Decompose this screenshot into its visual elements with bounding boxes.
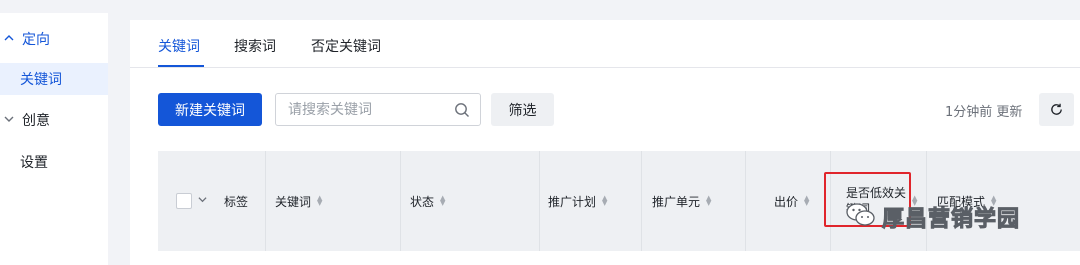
sidebar-group-label: 创意 [22, 113, 50, 129]
sort-icon[interactable]: ▲ ▼ [804, 195, 809, 207]
tab-keywords[interactable]: 关键词 [158, 36, 200, 56]
sidebar-group-creative[interactable]: 创意 [0, 104, 108, 136]
sort-icon[interactable]: ▲ ▼ [317, 195, 322, 207]
column-divider [745, 151, 746, 251]
sort-icon[interactable]: ▲ ▼ [440, 195, 445, 207]
column-header-ad-group[interactable]: 推广单元 ▲ ▼ [652, 151, 711, 251]
search-box[interactable] [275, 93, 481, 126]
tab-bar: 关键词 搜索词 否定关键词 [130, 20, 1080, 68]
chevron-up-icon [4, 33, 16, 46]
sidebar-item-keywords[interactable]: 关键词 [0, 63, 108, 95]
column-header-keyword[interactable]: 关键词 ▲ ▼ [275, 151, 322, 251]
new-keyword-button[interactable]: 新建关键词 [158, 93, 262, 126]
last-updated-text: 1分钟前 更新 [945, 105, 1023, 120]
chevron-down-icon [4, 114, 16, 127]
column-divider [641, 151, 642, 251]
search-icon[interactable] [454, 102, 470, 118]
sidebar: 定向 关键词 创意 设置 [0, 13, 108, 265]
select-all-control[interactable] [176, 151, 207, 251]
sidebar-group-label: 定向 [22, 32, 50, 48]
sort-icon[interactable]: ▲ ▼ [706, 195, 711, 207]
filter-button[interactable]: 筛选 [491, 93, 554, 126]
tab-active-indicator [158, 65, 204, 67]
sidebar-item-settings[interactable]: 设置 [0, 146, 108, 178]
watermark-text: 厚昌营销学园 [881, 207, 1021, 233]
column-header-tag[interactable]: 标签 [224, 151, 248, 251]
column-header-bid[interactable]: 出价 ▲ ▼ [774, 151, 809, 251]
select-all-checkbox[interactable] [176, 193, 192, 209]
column-header-status[interactable]: 状态 ▲ ▼ [410, 151, 445, 251]
tab-search-terms[interactable]: 搜索词 [234, 36, 276, 56]
column-divider [265, 151, 266, 251]
search-input[interactable] [288, 101, 448, 119]
wechat-icon [846, 202, 876, 232]
sidebar-item-label: 设置 [20, 155, 48, 171]
sidebar-item-label: 关键词 [20, 72, 62, 88]
column-divider [400, 151, 401, 251]
refresh-button[interactable] [1039, 93, 1074, 126]
chevron-down-icon[interactable] [198, 195, 207, 207]
watermark: 厚昌营销学园 [846, 199, 1020, 235]
tab-negative-keywords[interactable]: 否定关键词 [311, 36, 381, 56]
sort-icon[interactable]: ▲ ▼ [602, 195, 607, 207]
column-header-campaign[interactable]: 推广计划 ▲ ▼ [548, 151, 607, 251]
column-divider [539, 151, 540, 251]
sidebar-group-targeting[interactable]: 定向 [0, 23, 108, 55]
